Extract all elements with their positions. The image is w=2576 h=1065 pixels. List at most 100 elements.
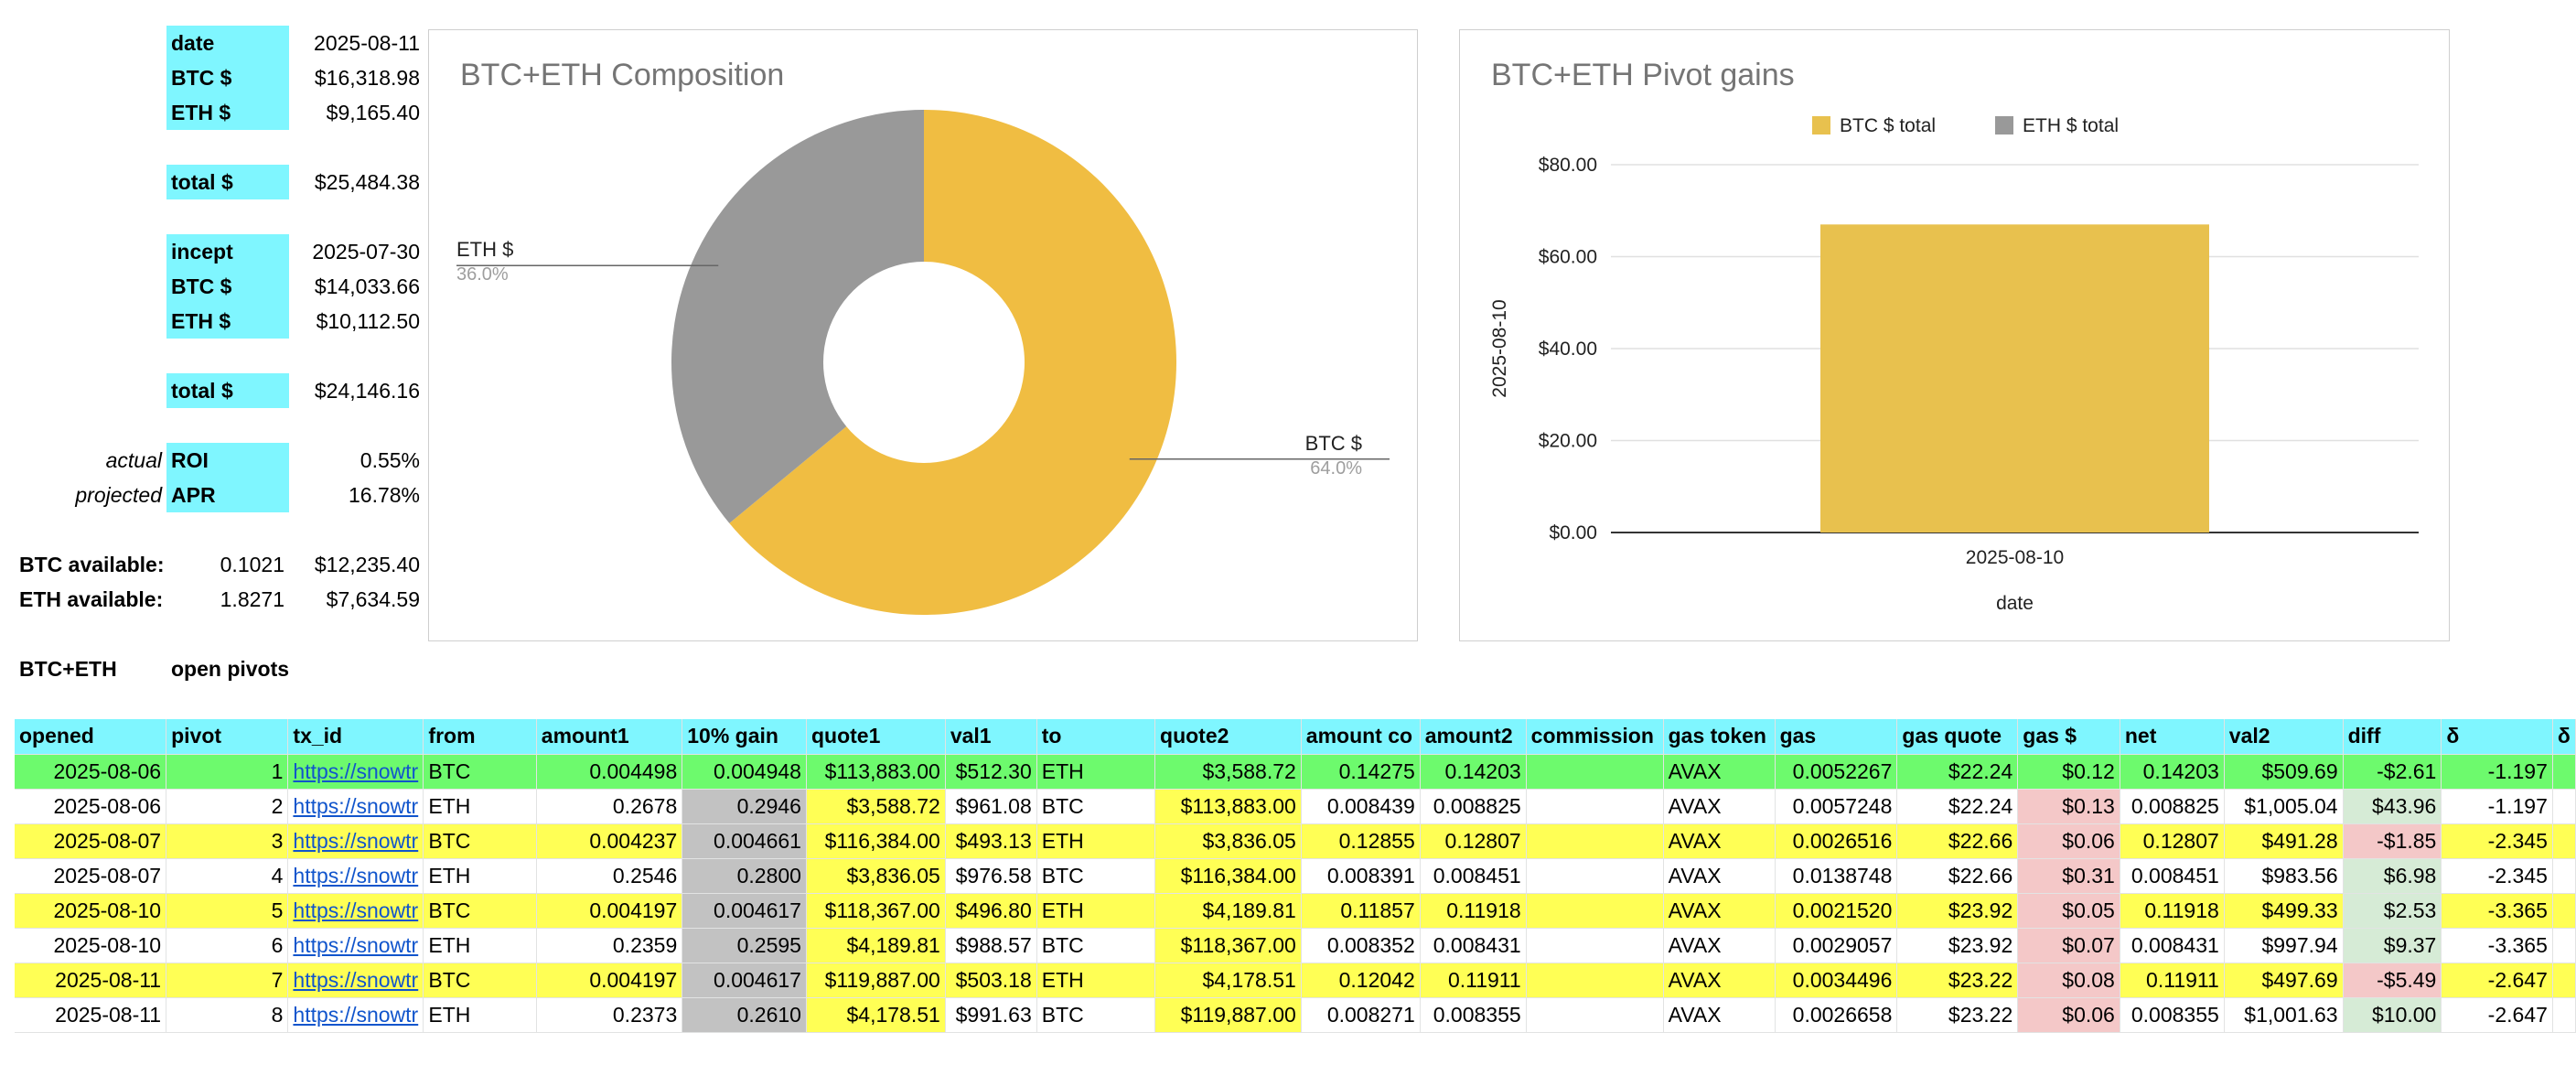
open-pivots-label[interactable]: open pivots [166,651,349,686]
table-cell[interactable] [1526,789,1664,824]
table-cell[interactable]: $3,836.05 [1154,823,1302,859]
table-cell[interactable]: 0.004617 [682,963,807,998]
table-cell[interactable]: -1.197 [2441,754,2553,790]
column-header[interactable]: amount co [1301,719,1421,755]
section-label[interactable]: BTC+ETH [15,651,166,686]
column-header[interactable]: amount2 [1420,719,1527,755]
table-cell[interactable]: $496.80 [945,893,1037,929]
table-cell[interactable]: $119,887.00 [806,963,946,998]
tx-link[interactable]: https://snowtr [293,1003,418,1027]
table-cell[interactable]: $503.18 [945,963,1037,998]
table-cell[interactable]: $0.06 [2017,823,2120,859]
incept-value[interactable]: 2025-07-30 [289,234,424,269]
table-cell[interactable]: $497.69 [2224,963,2344,998]
table-row[interactable]: 2025-08-11 7 https://snowtr BTC 0.004197 0.00… [15,963,2576,998]
btc-label[interactable]: BTC $ [166,60,289,95]
composition-chart[interactable]: BTC+ETH Composition BTC $64.0% ETH $36.0% [428,29,1418,641]
table-cell[interactable] [1526,858,1664,894]
column-header[interactable]: to [1036,719,1156,755]
table-cell[interactable]: https://snowtr [287,858,424,894]
table-cell[interactable]: $118,367.00 [1154,928,1302,963]
table-cell[interactable]: -2.647 [2441,963,2553,998]
table-cell[interactable]: ETH [423,928,537,963]
table-cell[interactable]: $988.57 [945,928,1037,963]
table-cell[interactable]: $0.05 [2017,893,2120,929]
table-cell[interactable]: $9.37 [2343,928,2442,963]
column-header[interactable]: diff [2343,719,2442,755]
table-cell[interactable]: 0.12807 [1420,823,1527,859]
table-cell[interactable]: $976.58 [945,858,1037,894]
eth-available-qty[interactable]: 1.8271 [166,582,289,617]
table-cell[interactable]: ETH [1036,963,1156,998]
table-cell[interactable]: 5 [166,893,289,929]
table-cell[interactable]: 0.008825 [2120,789,2225,824]
table-cell[interactable]: 0.008271 [1301,997,1421,1033]
table-cell[interactable] [2552,823,2576,859]
table-cell[interactable]: 1 [166,754,289,790]
column-header[interactable]: δ [2441,719,2553,755]
incept-total-value[interactable]: $24,146.16 [289,373,424,408]
table-cell[interactable]: BTC [423,754,537,790]
table-cell[interactable]: BTC [423,963,537,998]
table-cell[interactable]: 0.0138748 [1775,858,1898,894]
table-cell[interactable]: $0.12 [2017,754,2120,790]
table-cell[interactable]: $4,178.51 [1154,963,1302,998]
table-cell[interactable]: AVAX [1663,963,1776,998]
table-cell[interactable]: BTC [1036,928,1156,963]
table-cell[interactable]: BTC [1036,789,1156,824]
column-header[interactable]: gas [1775,719,1898,755]
table-cell[interactable]: $22.24 [1896,754,2019,790]
table-cell[interactable] [1526,928,1664,963]
table-cell[interactable]: $4,189.81 [1154,893,1302,929]
table-cell[interactable]: $116,384.00 [1154,858,1302,894]
incept-label[interactable]: incept [166,234,289,269]
table-cell[interactable]: AVAX [1663,997,1776,1033]
table-cell[interactable]: BTC [423,893,537,929]
table-cell[interactable] [1526,823,1664,859]
table-cell[interactable]: https://snowtr [287,928,424,963]
table-cell[interactable]: https://snowtr [287,963,424,998]
table-cell[interactable]: 0.11857 [1301,893,1421,929]
table-cell[interactable]: 0.12855 [1301,823,1421,859]
table-cell[interactable] [2552,858,2576,894]
table-cell[interactable]: 0.2359 [536,928,683,963]
incept-btc-label[interactable]: BTC $ [166,269,289,304]
table-row[interactable]: 2025-08-07 3 https://snowtr BTC 0.004237 0.00… [15,823,2576,859]
table-cell[interactable]: 0.004498 [536,754,683,790]
btc-available-label[interactable]: BTC available: [15,547,166,582]
table-cell[interactable]: 2025-08-10 [15,893,167,929]
table-cell[interactable]: 0.2373 [536,997,683,1033]
table-cell[interactable]: 2025-08-07 [15,858,167,894]
table-cell[interactable]: $4,189.81 [806,928,946,963]
table-cell[interactable]: ETH [423,858,537,894]
table-cell[interactable]: $1,005.04 [2224,789,2344,824]
table-cell[interactable]: $991.63 [945,997,1037,1033]
table-cell[interactable]: $23.92 [1896,893,2019,929]
tx-link[interactable]: https://snowtr [293,898,418,922]
table-cell[interactable]: $512.30 [945,754,1037,790]
pivot-gains-chart[interactable]: BTC+ETH Pivot gains BTC $ total ETH $ tot… [1459,29,2450,641]
column-header[interactable]: net [2120,719,2225,755]
table-cell[interactable]: $0.31 [2017,858,2120,894]
tx-link[interactable]: https://snowtr [293,759,418,783]
table-cell[interactable]: 0.008431 [1420,928,1527,963]
table-cell[interactable]: AVAX [1663,928,1776,963]
column-header[interactable]: pivot [166,719,289,755]
column-header[interactable]: from [423,719,537,755]
column-header[interactable]: gas quote [1896,719,2019,755]
table-cell[interactable]: $116,384.00 [806,823,946,859]
table-cell[interactable]: 0.004661 [682,823,807,859]
tx-link[interactable]: https://snowtr [293,968,418,992]
table-cell[interactable]: AVAX [1663,893,1776,929]
table-cell[interactable]: ETH [1036,893,1156,929]
table-cell[interactable]: https://snowtr [287,823,424,859]
table-cell[interactable]: $983.56 [2224,858,2344,894]
table-cell[interactable]: 0.008355 [2120,997,2225,1033]
table-cell[interactable]: 0.2546 [536,858,683,894]
table-cell[interactable]: $3,588.72 [806,789,946,824]
table-cell[interactable]: 6 [166,928,289,963]
eth-available-label[interactable]: ETH available: [15,582,166,617]
table-cell[interactable]: 2025-08-06 [15,754,167,790]
table-cell[interactable]: 0.0052267 [1775,754,1898,790]
btc-value[interactable]: $16,318.98 [289,60,424,95]
